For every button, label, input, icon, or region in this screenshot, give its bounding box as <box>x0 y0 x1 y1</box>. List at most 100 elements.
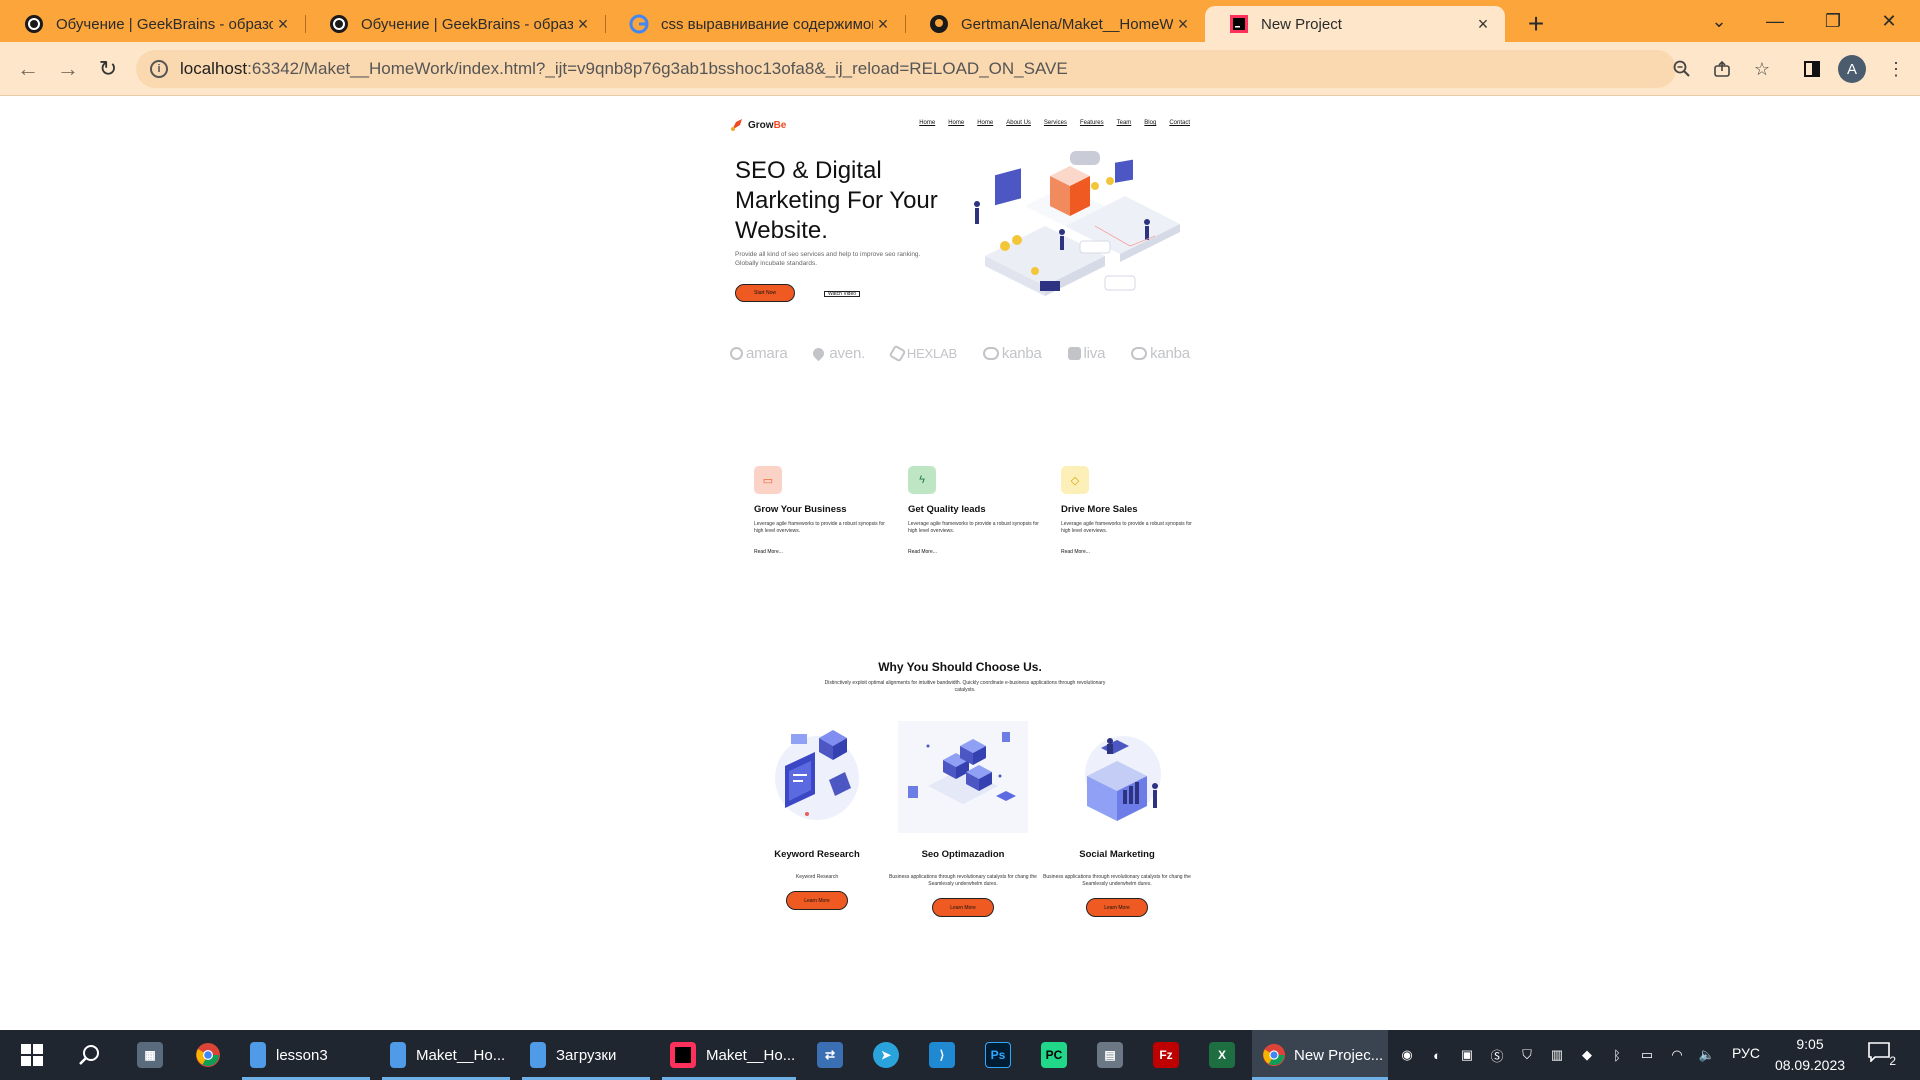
taskbar-app-files[interactable]: ▤ <box>1090 1030 1130 1080</box>
nav-link-services[interactable]: Services <box>1044 120 1067 126</box>
start-button[interactable] <box>12 1030 52 1080</box>
shield-icon[interactable]: ⛉ <box>1516 1044 1538 1066</box>
brand-mark-icon <box>982 347 999 360</box>
site-info-icon[interactable]: i <box>150 60 168 78</box>
bookmark-star-icon[interactable]: ☆ <box>1746 53 1778 85</box>
page-viewport: Grow Be Home Home Home About Us Services … <box>0 96 1920 1030</box>
browser-toolbar: ← → ↻ i localhost:63342/Maket__HomeWork/… <box>0 42 1920 96</box>
top-nav: Home Home Home About Us Services Feature… <box>919 120 1190 126</box>
wifi-icon[interactable]: ◠ <box>1666 1044 1688 1066</box>
feature-text: Leverage agile frameworks to provide a r… <box>754 521 885 534</box>
learn-more-button[interactable]: Learn More <box>1086 898 1148 917</box>
device-icon[interactable]: ▥ <box>1546 1044 1568 1066</box>
close-icon[interactable]: × <box>873 14 893 34</box>
nav-link-home[interactable]: Home <box>919 120 935 126</box>
menu-kebab-icon[interactable]: ⋮ <box>1880 53 1912 85</box>
taskbar-app-intellij[interactable]: Maket__Ho... <box>662 1030 796 1080</box>
service-card-title: Keyword Research <box>774 849 860 860</box>
avatar[interactable]: A <box>1838 55 1866 83</box>
tab-strip: Обучение | GeekBrains - образо × Обучени… <box>0 0 1920 42</box>
read-more-link[interactable]: Read More... <box>754 549 894 555</box>
new-tab-button[interactable]: + <box>1520 8 1552 40</box>
share-icon[interactable] <box>1706 53 1738 85</box>
nav-link-blog[interactable]: Blog <box>1144 120 1156 126</box>
close-icon[interactable]: × <box>1473 14 1493 34</box>
pycharm-icon: PC <box>1041 1042 1067 1068</box>
tab-title: GertmanAlena/Maket__HomeWo <box>961 15 1173 33</box>
taskbar-app-downloads[interactable]: Загрузки <box>522 1030 650 1080</box>
nav-link-team[interactable]: Team <box>1117 120 1132 126</box>
logo-text-prefix: Grow <box>748 119 774 131</box>
filezilla-icon: Fz <box>1153 1042 1179 1068</box>
browser-tab[interactable]: Обучение | GeekBrains - образо × <box>305 6 606 42</box>
browser-tab[interactable]: GertmanAlena/Maket__HomeWo × <box>905 6 1205 42</box>
telegram-icon: ➤ <box>873 1042 899 1068</box>
minimize-button[interactable]: — <box>1752 4 1798 38</box>
nav-link-home[interactable]: Home <box>977 120 993 126</box>
edge-icon[interactable]: ◐ <box>1426 1044 1448 1066</box>
url-text[interactable]: localhost:63342/Maket__HomeWork/index.ht… <box>180 59 1068 79</box>
battery-icon[interactable]: ▭ <box>1636 1044 1658 1066</box>
learn-more-button[interactable]: Learn More <box>786 891 848 910</box>
nav-link-features[interactable]: Features <box>1080 120 1104 126</box>
close-window-button[interactable]: ✕ <box>1866 4 1912 38</box>
brand-mark-icon <box>811 345 827 362</box>
brand-mark-icon <box>888 344 907 363</box>
taskbar-app-pycharm[interactable]: PC <box>1034 1030 1074 1080</box>
taskbar-app-excel[interactable]: X <box>1202 1030 1242 1080</box>
start-now-button[interactable]: Start Now <box>735 284 795 302</box>
taskbar-app-network[interactable]: ⇄ <box>810 1030 850 1080</box>
learn-more-button[interactable]: Learn More <box>932 898 994 917</box>
browser-tab-active[interactable]: New Project × <box>1205 6 1505 42</box>
close-icon[interactable]: × <box>573 14 593 34</box>
system-clock[interactable]: 9:05 08.09.2023 <box>1770 1034 1850 1076</box>
chrome-app[interactable] <box>188 1030 228 1080</box>
nvidia-icon[interactable]: ◉ <box>1396 1044 1418 1066</box>
taskbar-app-maket-folder[interactable]: Maket__Ho... <box>382 1030 510 1080</box>
taskbar-app-telegram[interactable]: ➤ <box>866 1030 906 1080</box>
anydesk-icon[interactable]: ◆ <box>1576 1044 1598 1066</box>
camera-icon[interactable]: ▣ <box>1456 1044 1478 1066</box>
restore-button[interactable]: ❐ <box>1810 4 1856 38</box>
back-arrow-icon[interactable]: ← <box>12 53 44 85</box>
site-logo[interactable]: Grow Be <box>730 118 786 132</box>
browser-tab[interactable]: css выравнивание содержимог × <box>605 6 906 42</box>
watch-video-button[interactable]: Watch Video <box>824 291 860 297</box>
volume-icon[interactable]: 🔈 <box>1696 1044 1718 1066</box>
read-more-link[interactable]: Read More... <box>908 549 1048 555</box>
search-button[interactable] <box>70 1030 110 1080</box>
forward-arrow-icon[interactable]: → <box>52 53 84 85</box>
chart-icon: ▭ <box>754 466 782 494</box>
taskbar-app-filezilla[interactable]: Fz <box>1146 1030 1186 1080</box>
feature-title: Grow Your Business <box>754 504 847 515</box>
nav-link-home[interactable]: Home <box>948 120 964 126</box>
brand-mark-icon <box>1131 347 1148 360</box>
reload-icon[interactable]: ↻ <box>92 53 124 85</box>
taskbar-app-lesson3[interactable]: lesson3 <box>242 1030 370 1080</box>
rocket-logo-icon <box>731 119 742 131</box>
close-icon[interactable]: × <box>1173 14 1193 34</box>
notification-count: 2 <box>1889 1054 1896 1068</box>
geekbrains-icon <box>24 14 44 34</box>
skype-icon[interactable]: Ⓢ <box>1486 1044 1508 1066</box>
close-icon[interactable]: × <box>273 14 293 34</box>
folder-icon <box>530 1042 546 1068</box>
nav-link-about[interactable]: About Us <box>1006 120 1031 126</box>
taskbar-app-vscode[interactable]: ⟩ <box>922 1030 962 1080</box>
browser-tab[interactable]: Обучение | GeekBrains - образо × <box>0 6 306 42</box>
zoom-icon[interactable] <box>1666 53 1698 85</box>
read-more-link[interactable]: Read More... <box>1061 549 1201 555</box>
service-card-title: Social Marketing <box>1079 849 1155 860</box>
tab-search-chevron-icon[interactable]: ⌄ <box>1696 4 1742 38</box>
taskbar-app-chrome-active[interactable]: New Projec... <box>1252 1030 1388 1080</box>
excel-icon: X <box>1209 1042 1235 1068</box>
address-bar[interactable]: i localhost:63342/Maket__HomeWork/index.… <box>136 50 1676 88</box>
language-indicator[interactable]: РУС <box>1732 1045 1760 1061</box>
side-panel-icon[interactable] <box>1796 53 1828 85</box>
calculator-app[interactable]: ▦ <box>130 1030 170 1080</box>
notifications-button[interactable]: 2 <box>1868 1042 1896 1068</box>
nav-link-contact[interactable]: Contact <box>1169 120 1190 126</box>
taskbar-app-photoshop[interactable]: Ps <box>978 1030 1018 1080</box>
service-card: Social Marketing Business applications t… <box>1042 716 1192 917</box>
bluetooth-icon[interactable]: ᛒ <box>1606 1044 1628 1066</box>
